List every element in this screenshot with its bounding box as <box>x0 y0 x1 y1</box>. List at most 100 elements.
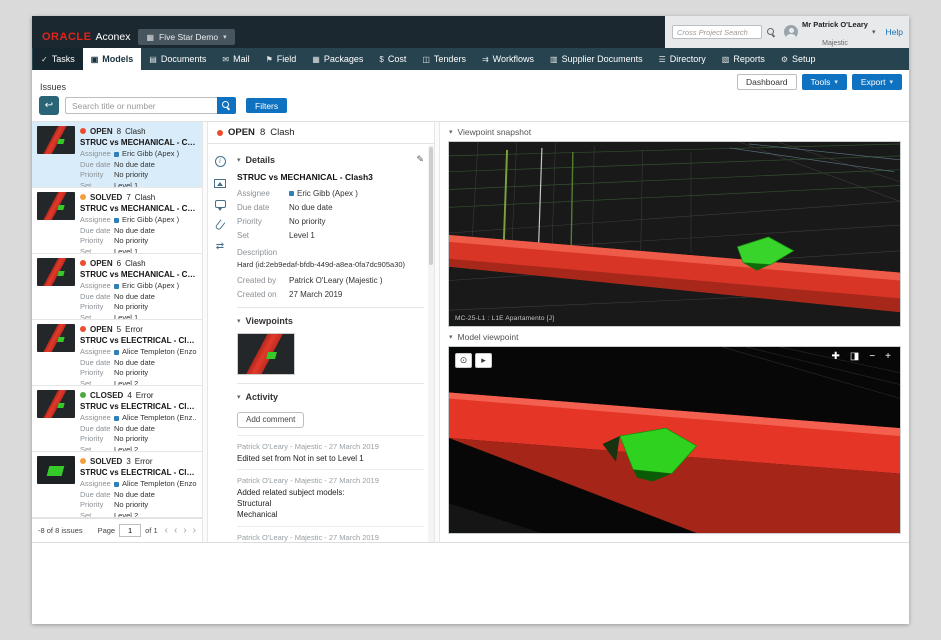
user-menu[interactable]: Mr Patrick O'Leary Majestic ▾ <box>784 16 876 50</box>
page-number-input[interactable] <box>119 524 141 537</box>
tab-field[interactable]: ⚑ Field <box>258 48 305 70</box>
tab-reports[interactable]: ▧ Reports <box>714 48 773 70</box>
viewpoint-snapshot-header[interactable]: ▾ Viewpoint snapshot <box>440 122 909 141</box>
set-value: Level 1 <box>114 247 138 255</box>
issue-list-item[interactable]: OPEN 8 Clash STRUC vs MECHANICAL - Clash… <box>32 122 202 188</box>
status-label: OPEN <box>90 127 113 136</box>
attachments-icon[interactable] <box>215 219 226 231</box>
zoom-out-button[interactable]: − <box>869 352 875 362</box>
model-viewpoint-header[interactable]: ▾ Model viewpoint <box>440 327 909 346</box>
issue-title: STRUC vs ELECTRICAL - Clash2 <box>80 468 197 477</box>
cross-project-search-button[interactable] <box>767 25 776 39</box>
field-label: Set <box>80 181 114 189</box>
tab-supplier-documents[interactable]: ▥ Supplier Documents <box>542 48 651 70</box>
activity-entry: Patrick O'Leary - Majestic - 27 March 20… <box>237 526 424 542</box>
scrollbar[interactable] <box>428 145 434 542</box>
tab-mail[interactable]: ✉ Mail <box>214 48 257 70</box>
tab-setup[interactable]: ⚙ Setup <box>773 48 824 70</box>
user-names: Mr Patrick O'Leary Majestic <box>802 16 868 50</box>
tab-documents[interactable]: ▤ Documents <box>141 48 214 70</box>
field-label: Assignee <box>237 189 289 198</box>
last-page-button[interactable]: › <box>193 526 196 536</box>
issue-list-item[interactable]: SOLVED 3 Error STRUC vs ELECTRICAL - Cla… <box>32 452 202 518</box>
issue-search-input[interactable] <box>65 97 217 114</box>
tools-button[interactable]: Tools ▾ <box>802 74 847 90</box>
comments-icon[interactable] <box>215 200 226 208</box>
tab-tenders[interactable]: ◫ Tenders <box>414 48 474 70</box>
viewpoints-icon[interactable] <box>214 179 226 188</box>
activity-meta: Patrick O'Leary - Majestic - 27 March 20… <box>237 476 424 485</box>
cross-project-search-input[interactable] <box>672 25 762 39</box>
issue-list-item[interactable]: OPEN 5 Error STRUC vs ELECTRICAL - Clash… <box>32 320 202 386</box>
play-button[interactable]: ▸ <box>475 353 492 368</box>
issue-search-button[interactable] <box>217 97 236 114</box>
issues-list-panel: OPEN 8 Clash STRUC vs MECHANICAL - Clash… <box>32 122 202 542</box>
chevron-down-icon: ▾ <box>872 28 876 36</box>
export-button[interactable]: Export ▾ <box>852 74 902 90</box>
collapse-panel-button[interactable]: ↩ <box>39 96 59 115</box>
edit-details-button[interactable]: ✎ <box>416 154 424 165</box>
assignee-icon <box>114 482 119 487</box>
filters-button[interactable]: Filters <box>246 98 287 113</box>
section-button[interactable]: ◨ <box>850 352 859 362</box>
status-dot <box>80 260 86 266</box>
field-label: Due date <box>80 424 114 435</box>
sub-toolbar: Issues Dashboard Tools ▾ Export ▾ ↩ <box>32 70 909 122</box>
topbar: ORACLE Aconex ▦ Five Star Demo ▾ Mr Patr… <box>32 16 909 48</box>
page-title: Issues <box>39 82 66 92</box>
priority-value: No priority <box>114 170 148 181</box>
issue-list-item[interactable]: SOLVED 7 Clash STRUC vs MECHANICAL - Cla… <box>32 188 202 254</box>
tasks-icon: ✓ <box>41 55 48 64</box>
cost-icon: $ <box>379 55 383 64</box>
tab-cost[interactable]: $ Cost <box>371 48 414 70</box>
field-label: Priority <box>80 500 114 511</box>
details-section-header[interactable]: ▾ Details ✎ <box>237 154 424 165</box>
zoom-in-button[interactable]: + <box>885 352 891 362</box>
info-icon[interactable] <box>215 156 226 167</box>
prev-page-button[interactable]: ‹ <box>174 526 177 536</box>
viewer-panel: ▾ Viewpoint snapshot <box>440 122 909 542</box>
viewpoint-thumbnail[interactable] <box>237 333 295 375</box>
issue-search <box>65 97 236 114</box>
field-label: Assignee <box>80 149 114 160</box>
visibility-button[interactable]: ⊙ <box>455 353 472 368</box>
field-label: Due date <box>80 490 114 501</box>
back-icon: ↩ <box>45 100 53 111</box>
tab-workflows[interactable]: ⇉ Workflows <box>474 48 542 70</box>
pan-button[interactable]: ✚ <box>831 352 839 362</box>
issue-title: STRUC vs MECHANICAL - Clash1 <box>80 270 197 279</box>
viewpoint-snapshot-image: MC-25-L1 : L1E Apartamento [J] <box>448 141 901 327</box>
issue-title: STRUC vs MECHANICAL - Clash3 <box>80 138 197 147</box>
field-label: Due date <box>80 292 114 303</box>
add-comment-button[interactable]: Add comment <box>237 412 304 428</box>
issue-title: STRUC vs ELECTRICAL - Clash3 <box>80 402 197 411</box>
tab-directory[interactable]: ☰ Directory <box>651 48 714 70</box>
tab-models[interactable]: ▣ Models <box>83 48 142 70</box>
status-dot <box>80 392 86 398</box>
issue-list-item[interactable]: OPEN 6 Clash STRUC vs MECHANICAL - Clash… <box>32 254 202 320</box>
dashboard-button[interactable]: Dashboard <box>737 74 797 90</box>
tab-packages[interactable]: ▦ Packages <box>304 48 371 70</box>
expand-icon[interactable]: ⇄ <box>216 242 224 252</box>
model-viewpoint-canvas[interactable]: ⊙ ▸ ✚ ◨ − + <box>448 346 901 534</box>
activity-section-header[interactable]: ▾ Activity <box>237 392 424 402</box>
model-render <box>449 347 900 533</box>
priority-value: No priority <box>114 434 148 445</box>
due-date-value: No due date <box>289 203 333 212</box>
toolbar-actions: Dashboard Tools ▾ Export ▾ <box>737 74 902 90</box>
first-page-button[interactable]: ‹ <box>165 526 168 536</box>
issue-list-item[interactable]: CLOSED 4 Error STRUC vs ELECTRICAL - Cla… <box>32 386 202 452</box>
status-label: OPEN <box>228 127 255 138</box>
field-label: Set <box>80 511 114 519</box>
viewpoints-section-header[interactable]: ▾ Viewpoints <box>237 316 424 326</box>
issue-thumbnail <box>37 456 75 484</box>
scrollbar-thumb[interactable] <box>429 147 433 265</box>
next-page-button[interactable]: › <box>183 526 186 536</box>
packages-icon: ▦ <box>312 55 320 64</box>
help-link[interactable]: Help <box>886 27 903 37</box>
project-selector[interactable]: ▦ Five Star Demo ▾ <box>138 29 234 45</box>
priority-value: No priority <box>114 368 148 379</box>
tab-tasks[interactable]: ✓ Tasks <box>33 48 83 70</box>
issue-number: 7 <box>126 193 130 202</box>
field-label: Set <box>80 247 114 255</box>
